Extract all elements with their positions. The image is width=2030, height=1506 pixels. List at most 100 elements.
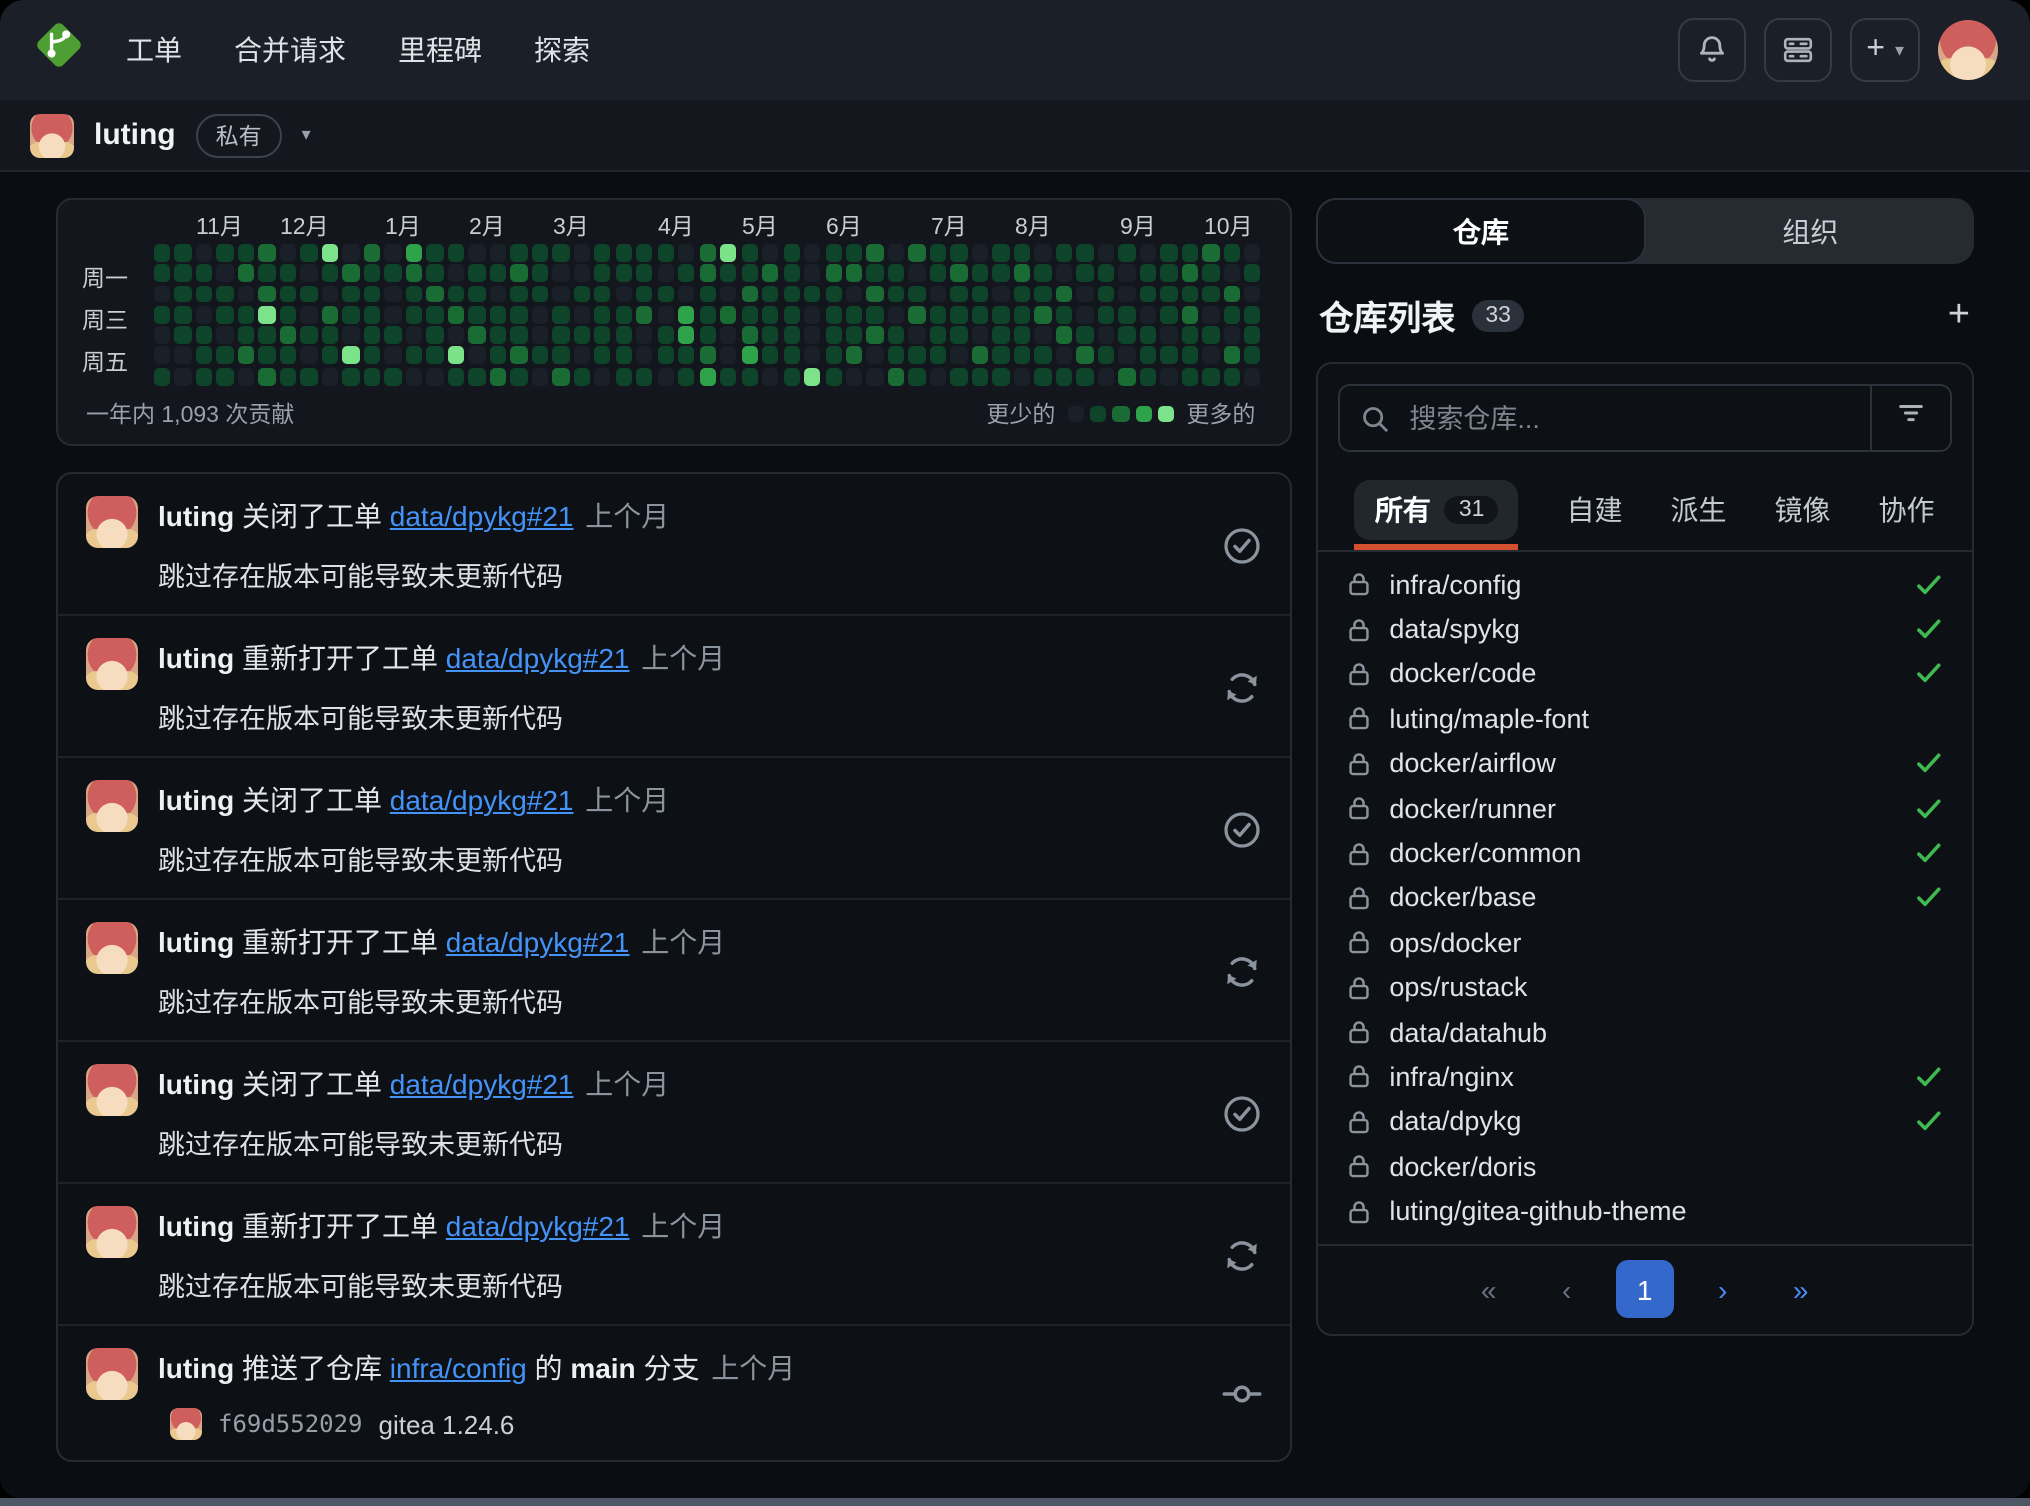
create-new-button[interactable]: + ▾ [1850,18,1920,82]
feed-user-link[interactable]: luting [158,500,234,532]
heatmap-cell [741,368,758,386]
nav-link-1[interactable]: 合并请求 [234,30,346,70]
repo-name-link[interactable]: docker/runner [1389,793,1556,823]
repo-row[interactable]: infra/config [1317,562,1972,607]
nav-link-0[interactable]: 工单 [126,30,182,70]
feed-issue-link[interactable]: #21 [583,642,630,674]
feed-action-text: 关闭了工单 [242,500,382,532]
feed-issue-link[interactable]: #21 [527,784,574,816]
repo-row[interactable]: data/spykg [1317,607,1972,652]
repo-search-input[interactable] [1405,401,1870,435]
feed-repo-link[interactable]: data/dpykg [390,784,527,816]
feed-user-avatar[interactable] [86,1206,138,1258]
repo-name-link[interactable]: docker/common [1389,838,1581,868]
repo-row[interactable]: docker/common [1317,831,1972,876]
home-logo-link[interactable] [32,18,86,82]
repo-list: infra/config data/spykg docker/code luting/… [1317,552,1972,1244]
feed-user-avatar[interactable] [86,496,138,548]
repo-filter-0[interactable]: 所有31 [1355,472,1519,550]
heatmap-cell [846,306,863,324]
heatmap-cell [846,368,863,386]
user-menu-avatar[interactable] [1938,20,1998,80]
pagination-last[interactable]: » [1772,1261,1830,1319]
repo-filter-2[interactable]: 派生 [1670,472,1726,550]
repo-row[interactable]: data/dpykg [1317,1099,1972,1144]
repo-name-link[interactable]: infra/config [1389,569,1521,599]
feed-user-link[interactable]: luting [158,1210,234,1242]
heatmap-cell [1181,265,1198,283]
lock-icon [1345,660,1371,688]
pagination-next[interactable]: › [1694,1261,1752,1319]
heatmap-month-label: 12月 [280,210,329,242]
heatmap-cell [636,265,653,283]
repo-row[interactable]: docker/airflow [1317,741,1972,786]
feed-user-avatar[interactable] [86,780,138,832]
feed-repo-link[interactable]: data/dpykg [446,1210,583,1242]
profile-avatar[interactable] [30,113,74,157]
heatmap-cell [1161,306,1178,324]
tab-organizations[interactable]: 组织 [1647,198,1974,264]
feed-user-link[interactable]: luting [158,1068,234,1100]
feed-issue-link[interactable]: #21 [527,1068,574,1100]
repo-row[interactable]: docker/runner [1317,786,1972,831]
repo-row[interactable]: luting/maple-font [1317,696,1972,741]
repo-row[interactable]: infra/nginx [1317,1055,1972,1100]
feed-user-avatar[interactable] [86,638,138,690]
repo-filter-button[interactable] [1870,386,1950,450]
feed-user-link[interactable]: luting [158,926,234,958]
repo-filter-3[interactable]: 镜像 [1774,472,1830,550]
repo-row[interactable]: docker/code [1317,652,1972,697]
repo-name-link[interactable]: ops/docker [1389,928,1521,958]
commit-sha-link[interactable]: f69d552029 [218,1410,363,1438]
feed-repo-link[interactable]: data/dpykg [390,1068,527,1100]
heatmap-cell [552,347,569,365]
repo-name-link[interactable]: docker/airflow [1389,749,1556,779]
nav-link-2[interactable]: 里程碑 [398,30,482,70]
repo-name-link[interactable]: docker/doris [1389,1152,1536,1182]
new-repo-button[interactable]: + [1948,296,1970,334]
heatmap-cell [615,285,632,303]
feed-issue-link[interactable]: #21 [583,926,630,958]
heatmap-cell [573,265,590,283]
repo-name-link[interactable]: luting/gitea-github-theme [1389,1196,1686,1226]
repo-row[interactable]: luting/gitea-github-theme [1317,1189,1972,1234]
repo-row[interactable]: data/datahub [1317,1010,1972,1055]
repo-name-link[interactable]: luting/maple-font [1389,704,1589,734]
feed-repo-link[interactable]: data/dpykg [390,500,527,532]
repo-name-link[interactable]: infra/nginx [1389,1062,1514,1092]
repo-name-link[interactable]: docker/code [1389,659,1536,689]
feed-user-avatar[interactable] [86,922,138,974]
repo-name-link[interactable]: data/datahub [1389,1017,1547,1047]
repo-row[interactable]: docker/doris [1317,1144,1972,1189]
feed-user-link[interactable]: luting [158,642,234,674]
feed-user-avatar[interactable] [86,1348,138,1400]
feed-repo-link[interactable]: infra/config [390,1352,527,1384]
repo-name-link[interactable]: data/spykg [1389,614,1520,644]
repo-name-link[interactable]: data/dpykg [1389,1107,1521,1137]
heatmap-week-column [909,244,926,388]
notifications-button[interactable] [1678,18,1746,82]
pagination-page-1[interactable]: 1 [1616,1261,1674,1319]
feed-user-avatar[interactable] [86,1064,138,1116]
feed-user-link[interactable]: luting [158,1352,234,1384]
repo-row[interactable]: docker/base [1317,875,1972,920]
feed-repo-link[interactable]: data/dpykg [446,926,583,958]
admin-panel-button[interactable] [1764,18,1832,82]
repo-name-link[interactable]: docker/base [1389,883,1536,913]
heatmap-week-column [762,244,779,388]
repo-row[interactable]: ops/docker [1317,920,1972,965]
feed-repo-link[interactable]: data/dpykg [446,642,583,674]
repo-row[interactable]: ops/rustack [1317,965,1972,1010]
heatmap-cell [552,244,569,262]
profile-dropdown-caret[interactable]: ▾ [302,124,311,146]
repo-name-link[interactable]: ops/rustack [1389,972,1527,1002]
nav-link-3[interactable]: 探索 [534,30,590,70]
tab-repositories[interactable]: 仓库 [1315,198,1646,264]
feed-body: luting 关闭了工单 data/dpykg#21 上个月 跳过存在版本可能导… [158,1064,1197,1162]
feed-user-link[interactable]: luting [158,784,234,816]
feed-issue-link[interactable]: #21 [583,1210,630,1242]
repo-filter-4[interactable]: 协作 [1878,472,1934,550]
repo-filter-1[interactable]: 自建 [1566,472,1622,550]
feed-issue-link[interactable]: #21 [527,500,574,532]
heatmap-week-column [888,244,905,388]
